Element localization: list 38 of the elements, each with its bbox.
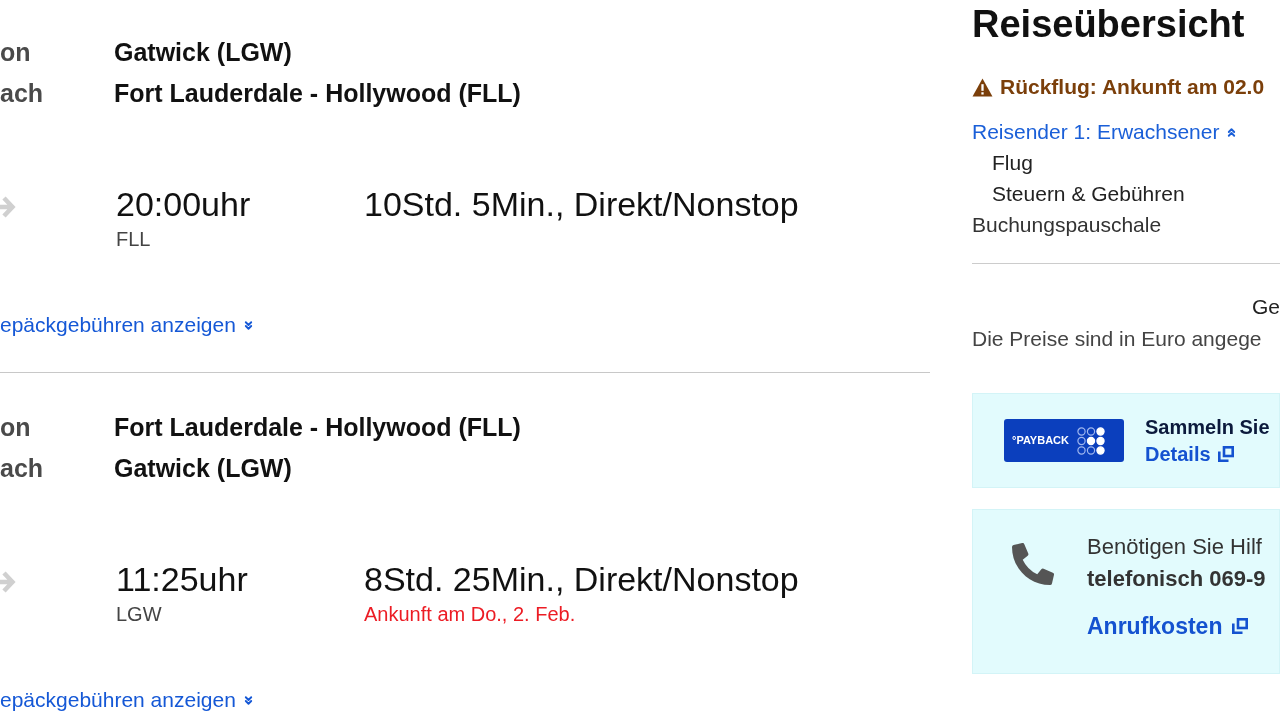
price-item: Flug [991, 150, 1034, 176]
payback-text: Sammeln Sie [1145, 414, 1270, 440]
airport-name: Fort Lauderdale - Hollywood (FLL) [114, 411, 521, 443]
field-label: ach [0, 77, 45, 109]
help-phone: telefonisch 069-9 [1087, 565, 1266, 593]
currency-note: Die Preise sind in Euro angege [972, 326, 1263, 352]
external-link-icon [1217, 446, 1234, 462]
flight-duration: 10Std. 5Min., Direkt/Nonstop [364, 184, 799, 224]
baggage-fees-link[interactable]: epäckgebühren anzeigen [0, 311, 255, 339]
dot-grid-icon [1076, 426, 1105, 455]
warning-text: Rückflug: Ankunft am 02.0 [1000, 74, 1265, 101]
warning-icon [972, 77, 993, 97]
help-question: Benötigen Sie Hilf [1087, 533, 1263, 561]
logo-text: °PAYBACK [1012, 433, 1069, 449]
arrow-icon [0, 569, 16, 595]
airport-name: Gatwick (LGW) [114, 452, 292, 484]
airport-code: FLL [116, 227, 152, 251]
baggage-fees-link[interactable]: epäckgebühren anzeigen [0, 686, 255, 714]
flight-duration: 8Std. 25Min., Direkt/Nonstop [364, 559, 799, 599]
airport-name: Gatwick (LGW) [114, 36, 292, 68]
external-link-icon [1232, 618, 1249, 634]
airport-name: Fort Lauderdale - Hollywood (FLL) [114, 77, 521, 109]
field-label: on [0, 411, 32, 443]
departure-time: 11:25uhr [116, 559, 249, 599]
traveler-toggle[interactable]: Reisender 1: Erwachsener [972, 117, 1239, 147]
airport-code: LGW [116, 602, 163, 626]
phone-icon [1012, 543, 1054, 585]
price-item: Steuern & Gebühren [991, 181, 1186, 207]
summary-title: Reiseübersicht [972, 2, 1246, 46]
arrival-note: Ankunft am Do., 2. Feb. [364, 602, 577, 626]
field-label: ach [0, 452, 45, 484]
price-item: Buchungspauschale [972, 212, 1163, 238]
call-costs-link[interactable]: Anrufkosten [1087, 610, 1249, 642]
total-label: Ge [1251, 294, 1280, 320]
details-link[interactable]: Details [1145, 440, 1234, 468]
departure-time: 20:00uhr [116, 184, 252, 224]
field-label: on [0, 36, 32, 68]
arrow-icon [0, 194, 16, 220]
